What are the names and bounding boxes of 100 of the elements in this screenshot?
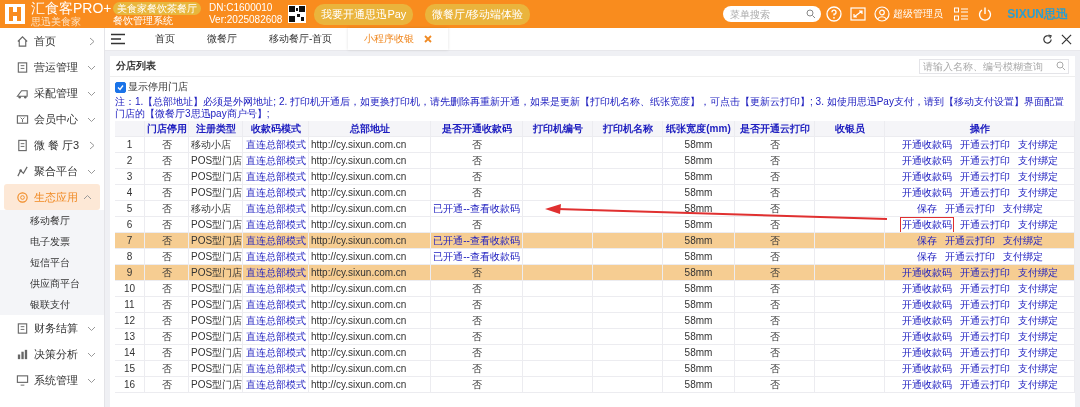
action-link[interactable]: 开通收款码	[900, 169, 953, 184]
action-link[interactable]: 支付绑定	[1001, 201, 1044, 216]
action-link[interactable]: 开通收款码	[900, 265, 953, 280]
action-link[interactable]: 开通收款码	[900, 313, 953, 328]
sidebar-subitem[interactable]: 短信平台	[0, 252, 104, 273]
menu-search-field[interactable]: 菜单搜索	[723, 6, 822, 22]
refresh-icon[interactable]	[1042, 33, 1053, 45]
action-link[interactable]: 保存	[915, 249, 938, 264]
action-link[interactable]: 支付绑定	[1016, 313, 1059, 328]
mode-link[interactable]: 直连总部模式	[243, 265, 309, 280]
action-link[interactable]: 支付绑定	[1001, 249, 1044, 264]
action-link[interactable]: 开通收款码	[900, 345, 953, 360]
column-header: 纸张宽度(mm)	[663, 121, 735, 136]
action-link[interactable]: 支付绑定	[1016, 185, 1059, 200]
action-link[interactable]: 支付绑定	[1016, 137, 1059, 152]
action-link[interactable]: 支付绑定	[1016, 153, 1059, 168]
mode-link[interactable]: 直连总部模式	[243, 201, 309, 216]
action-link[interactable]: 支付绑定	[1001, 233, 1044, 248]
mode-link[interactable]: 直连总部模式	[243, 329, 309, 344]
mode-link[interactable]: 直连总部模式	[243, 153, 309, 168]
mode-link[interactable]: 直连总部模式	[243, 361, 309, 376]
close-icon[interactable]	[1061, 33, 1072, 45]
action-link[interactable]: 支付绑定	[1016, 169, 1059, 184]
action-link[interactable]: 支付绑定	[1016, 361, 1059, 376]
page-tab[interactable]: 微餐厅	[191, 28, 253, 50]
action-link[interactable]: 开通收款码	[900, 185, 953, 200]
mode-link[interactable]: 直连总部模式	[243, 297, 309, 312]
action-link[interactable]: 开通收款码	[900, 137, 953, 152]
sidebar-item[interactable]: 首页	[0, 28, 104, 54]
action-link[interactable]: 开通云打印	[958, 137, 1011, 152]
action-link[interactable]: 支付绑定	[1016, 217, 1059, 232]
action-link[interactable]: 开通云打印	[958, 361, 1011, 376]
page-tab[interactable]: 首页	[139, 28, 191, 50]
action-link[interactable]: 开通收款码	[900, 329, 953, 344]
checkbox[interactable]	[115, 81, 126, 93]
mode-link[interactable]: 直连总部模式	[243, 233, 309, 248]
action-link[interactable]: 开通云打印	[943, 249, 996, 264]
sidebar-item[interactable]: 系统管理	[0, 367, 104, 393]
mode-link[interactable]: 直连总部模式	[243, 313, 309, 328]
sidebar-subitem[interactable]: 电子发票	[0, 231, 104, 252]
action-link[interactable]: 支付绑定	[1016, 265, 1059, 280]
action-link[interactable]: 开通收款码	[900, 377, 953, 392]
action-link[interactable]: 开通云打印	[958, 217, 1011, 232]
mode-link[interactable]: 直连总部模式	[243, 185, 309, 200]
mode-link[interactable]: 直连总部模式	[243, 249, 309, 264]
sidebar-item[interactable]: 财务结算	[0, 315, 104, 341]
action-link[interactable]: 支付绑定	[1016, 281, 1059, 296]
help-icon[interactable]	[826, 6, 843, 22]
sidebar-item[interactable]: 采配管理	[0, 80, 104, 106]
action-link[interactable]: 开通云打印	[958, 281, 1011, 296]
action-link[interactable]: 保存	[915, 201, 938, 216]
view-qr-link[interactable]: 已开通--查看收款码	[431, 201, 523, 216]
user-icon[interactable]	[874, 6, 891, 22]
action-link[interactable]: 开通云打印	[943, 201, 996, 216]
fullscreen-icon[interactable]	[850, 6, 867, 22]
action-link[interactable]: 开通云打印	[958, 169, 1011, 184]
sidebar-item[interactable]: 聚合平台	[0, 158, 104, 184]
power-icon[interactable]	[977, 6, 994, 22]
mode-link[interactable]: 直连总部模式	[243, 169, 309, 184]
action-link[interactable]: 开通云打印	[958, 265, 1011, 280]
action-link[interactable]: 开通云打印	[958, 329, 1011, 344]
action-link[interactable]: 开通云打印	[958, 345, 1011, 360]
action-link[interactable]: 开通云打印	[958, 377, 1011, 392]
sidebar-item[interactable]: 会员中心	[0, 106, 104, 132]
action-link[interactable]: 开通云打印	[943, 233, 996, 248]
mode-link[interactable]: 直连总部模式	[243, 137, 309, 152]
view-qr-link[interactable]: 已开通--查看收款码	[431, 233, 523, 248]
table-cell: POS型门店	[189, 377, 243, 392]
action-link[interactable]: 开通收款码	[900, 297, 953, 312]
mode-link[interactable]: 直连总部模式	[243, 281, 309, 296]
action-link[interactable]: 保存	[915, 233, 938, 248]
action-link[interactable]: 开通收款码	[900, 153, 953, 168]
mode-link[interactable]: 直连总部模式	[243, 345, 309, 360]
action-link[interactable]: 开通收款码	[900, 361, 953, 376]
qr-code-icon[interactable]	[288, 5, 307, 23]
mode-link[interactable]: 直连总部模式	[243, 217, 309, 232]
sidebar-item[interactable]: 营运管理	[0, 54, 104, 80]
table-cell: 否	[431, 297, 523, 312]
action-link[interactable]: 开通云打印	[958, 297, 1011, 312]
sidebar-item[interactable]: 决策分析	[0, 341, 104, 367]
action-link[interactable]: 支付绑定	[1016, 377, 1059, 392]
list-icon[interactable]	[953, 6, 970, 22]
column-header: 收款码模式	[243, 121, 309, 136]
action-link[interactable]: 开通云打印	[958, 153, 1011, 168]
action-link[interactable]: 开通云打印	[958, 313, 1011, 328]
action-link[interactable]: 开通收款码	[900, 281, 953, 296]
sidebar-subitem[interactable]: 供应商平台	[0, 273, 104, 294]
mode-link[interactable]: 直连总部模式	[243, 377, 309, 392]
action-link[interactable]: 支付绑定	[1016, 329, 1059, 344]
action-link[interactable]: 支付绑定	[1016, 345, 1059, 360]
sidebar-subitem[interactable]: 银联支付	[0, 294, 104, 315]
store-search-field[interactable]: 请输入名称、编号模糊查询	[919, 58, 1069, 74]
action-link[interactable]: 开通云打印	[958, 185, 1011, 200]
menu-icon[interactable]	[111, 33, 125, 45]
page-tab[interactable]: 移动餐厅-首页	[253, 28, 349, 50]
sidebar-item[interactable]: 微 餐 厅3	[0, 132, 104, 158]
sidebar-subitem[interactable]: 移动餐厅	[0, 210, 104, 231]
view-qr-link[interactable]: 已开通--查看收款码	[431, 249, 523, 264]
action-link[interactable]: 开通收款码	[900, 217, 953, 232]
action-link[interactable]: 支付绑定	[1016, 297, 1059, 312]
